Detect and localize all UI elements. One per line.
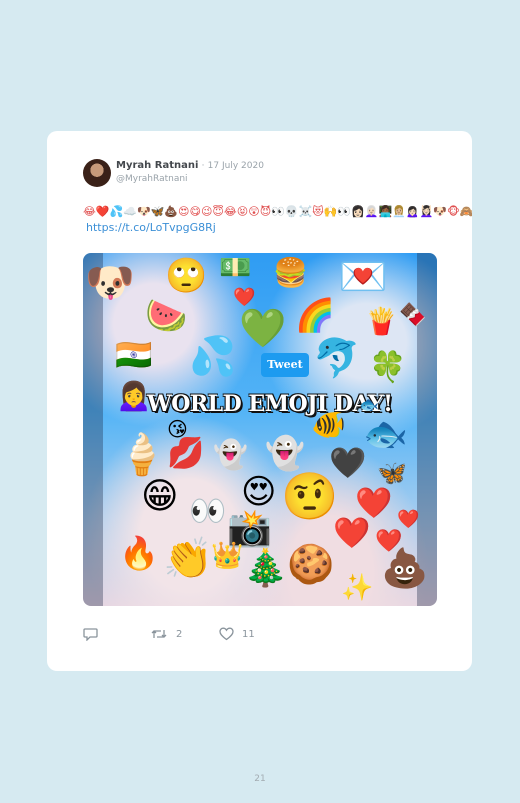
like-count: 11: [242, 628, 255, 640]
fish-emoji: 🐟: [363, 414, 408, 455]
ghost-emoji-2: 👻: [265, 434, 305, 472]
like-button[interactable]: 11: [219, 627, 255, 641]
small-fish-emoji: 🐟: [359, 395, 379, 414]
author-name[interactable]: Myrah Ratnani: [116, 160, 198, 171]
sparkles-emoji: ✨: [341, 573, 374, 603]
heart-emoji-a: ❤️: [355, 486, 393, 521]
tropical-fish-emoji: 🐠: [311, 408, 346, 441]
chocolate-emoji: 🍫: [399, 303, 427, 328]
green-heart-emoji: 💚: [239, 306, 287, 350]
tweet-text: 😂❤️💦☁️🐶🦋💩😍😋😉😇😂😝😲😈👀💀☠️😻🙌👀👩🏻👩🏻‍🦳👩🏾‍💻👩🏼‍💼🙍🏻…: [83, 205, 472, 218]
heart-emoji-b: ❤️: [397, 509, 420, 530]
india-flag-emoji: 🇮🇳: [115, 338, 153, 373]
eye-roll-emoji: 🙄: [165, 256, 208, 296]
crown-emoji: 👑: [211, 541, 244, 571]
separator: ·: [201, 161, 205, 171]
author-handle[interactable]: @MyrahRatnani: [116, 174, 188, 184]
headline: WORLD EMOJI DAY!: [147, 391, 393, 417]
retweet-icon: [151, 630, 167, 638]
lips-emoji: 💋: [167, 436, 205, 471]
heart-icon: [219, 627, 234, 641]
dolphin-emoji: 🐬: [313, 336, 361, 380]
heart-eyes-emoji: 😍: [241, 472, 277, 512]
ice-cream-emoji: 🍦: [117, 432, 167, 478]
gingerbread-emoji: 🍪: [287, 542, 335, 586]
love-letter-emoji: 💌: [338, 254, 388, 300]
kiss-hearts-emoji: 😘: [167, 417, 188, 441]
eyes-emoji: 👀: [189, 494, 227, 529]
clap-emoji: 👏: [163, 536, 213, 582]
page-number: 21: [254, 774, 266, 784]
ghost-emoji: 👻: [213, 438, 248, 471]
tweet-date[interactable]: 17 July 2020: [208, 161, 264, 171]
rainbow-emoji: 🌈: [295, 296, 335, 334]
author-row: Myrah Ratnani · 17 July 2020: [116, 160, 264, 171]
tweet-actions: 2 11: [83, 627, 383, 643]
tweet-link[interactable]: https://t.co/LoTvpgG8Rj: [86, 221, 216, 234]
red-heart-emoji: ❤️: [233, 287, 256, 308]
butterfly-emoji: 🦋: [377, 459, 407, 487]
clover-emoji: 🍀: [369, 350, 407, 385]
tweet-badge: Tweet: [261, 353, 309, 377]
reply-button[interactable]: [83, 627, 106, 641]
droplets-emoji: 💦: [189, 334, 237, 378]
burger-emoji: 🍔: [273, 256, 308, 289]
fries-emoji: 🍟: [365, 307, 398, 337]
retweet-count: 2: [176, 628, 183, 640]
grin-emoji: 😁: [141, 476, 179, 517]
heart-emoji-c: ❤️: [333, 516, 371, 551]
retweet-button[interactable]: 2: [150, 627, 182, 641]
tree-emoji: 🎄: [243, 548, 288, 589]
raised-brow-emoji: 🤨: [281, 469, 339, 523]
tweet-image[interactable]: 🐶 🙄 💵 🍔 💌 ❤️ 🍉 💚 🌈 🍟 🍫 🇮🇳 💦 Tweet 🐬 🍀 🙍‍…: [83, 253, 437, 606]
tweet-card: Myrah Ratnani · 17 July 2020 @MyrahRatna…: [47, 131, 472, 671]
dog-emoji: 🐶: [85, 260, 135, 306]
money-emoji: 💵: [219, 253, 252, 283]
poop-emoji: 💩: [381, 546, 429, 590]
avatar[interactable]: [83, 159, 111, 187]
reply-icon: [83, 628, 98, 641]
fire-emoji: 🔥: [119, 534, 159, 572]
watermelon-emoji: 🍉: [145, 296, 188, 336]
